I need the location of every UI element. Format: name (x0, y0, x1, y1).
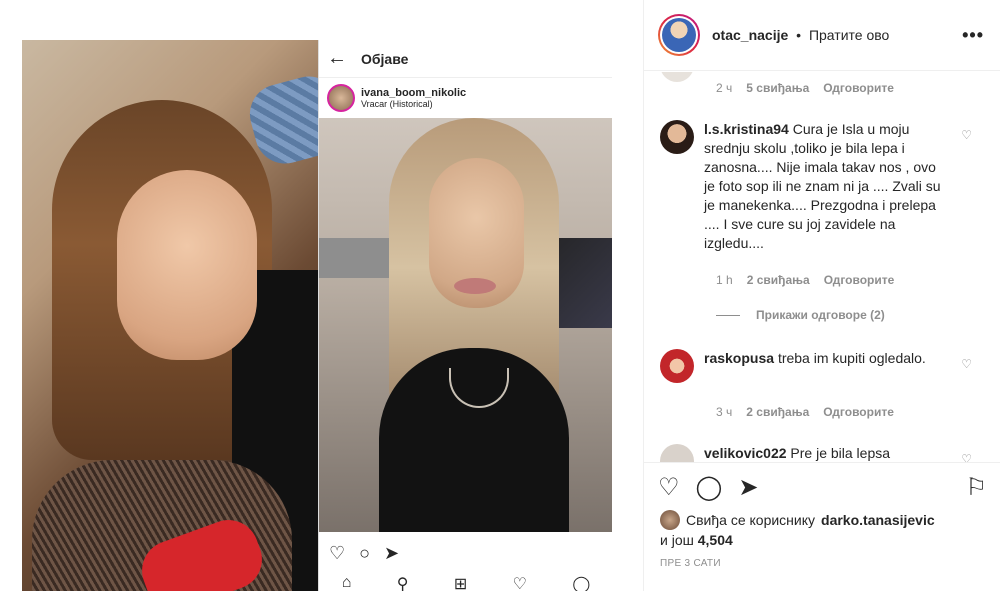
avatar[interactable] (660, 120, 694, 154)
phone-location: Vracar (Historical) (361, 99, 433, 109)
phone-screenshot: ← Објаве ivana_boom_nikolic Vracar (Hist… (318, 40, 612, 591)
phone-post-user: ivana_boom_nikolic Vracar (Historical) (319, 78, 612, 118)
comment-icon: ○ (359, 542, 371, 563)
comment: velikovic022 Pre je bila lepsa ♡ (660, 444, 986, 462)
liker-username[interactable]: darko.tanasijevic (821, 510, 935, 530)
add-icon: ⊞ (453, 576, 468, 591)
instagram-post-view: ← Објаве ivana_boom_nikolic Vracar (Hist… (0, 0, 1000, 591)
comment-likes[interactable]: 2 свиђања (746, 405, 809, 419)
avatar[interactable] (660, 72, 694, 82)
more-icon[interactable]: ••• (962, 25, 984, 46)
avatar[interactable] (660, 349, 694, 383)
photo-before (22, 40, 320, 591)
phone-actions: ♡ ○ ➤ (319, 538, 612, 568)
divider (716, 314, 740, 316)
share-icon: ➤ (384, 542, 400, 563)
comment-text: Pre je bila lepsa (790, 445, 891, 461)
comment-username[interactable]: l.s.kristina94 (704, 121, 789, 137)
comment-username[interactable]: velikovic022 (704, 445, 787, 461)
show-replies-label[interactable]: Прикажи одговоре (2) (756, 308, 885, 322)
likes-prefix: Свиђа се кориснику (686, 512, 816, 528)
comments-list[interactable]: 2 ч 5 свиђања Одговорите l.s.kristina94 … (644, 72, 1000, 462)
author-avatar[interactable] (658, 14, 700, 56)
back-icon: ← (327, 47, 347, 69)
comment-time: 3 ч (716, 405, 733, 419)
separator-dot: • (796, 27, 802, 43)
comment: raskopusa treba im kupiti ogledalo. ♡ (660, 349, 986, 383)
comment-text: Cura je Isla u moju srednju skolu ,tolik… (704, 121, 941, 251)
heart-icon[interactable]: ♡ (658, 473, 680, 502)
avatar (327, 84, 355, 112)
phone-bottom-nav: ⌂ ⚲ ⊞ ♡ ◯ (319, 574, 612, 591)
profile-icon: ◯ (572, 576, 591, 591)
likes-summary: Свиђа се кориснику darko.tanasijevic и ј… (660, 510, 990, 550)
author-username[interactable]: otac_nacije (712, 27, 788, 43)
share-icon[interactable]: ➤ (738, 473, 758, 502)
follow-button[interactable]: Пратите ово (809, 27, 889, 43)
comment-time: 1 h (716, 273, 733, 287)
heart-icon[interactable]: ♡ (961, 452, 972, 462)
comment-meta: 2 ч 5 свиђања Одговорите (716, 81, 894, 95)
comment-icon[interactable]: ◯ (696, 473, 723, 502)
comment: l.s.kristina94 Cura je Isla u moju sredn… (660, 120, 986, 253)
reply-button[interactable]: Одговорите (823, 81, 894, 95)
comment-meta: 3 ч 2 свиђања Одговорите (716, 405, 894, 419)
phone-header: ← Објаве (319, 40, 612, 78)
heart-icon: ♡ (512, 576, 527, 591)
comment-likes[interactable]: 5 свиђања (746, 81, 809, 95)
search-icon: ⚲ (396, 576, 409, 591)
post-actions: ♡ ◯ ➤ ⚐ (644, 462, 1000, 512)
show-replies-button[interactable]: Прикажи одговоре (2) (716, 308, 885, 322)
comment-likes[interactable]: 2 свиђања (747, 273, 810, 287)
post-time[interactable]: ПРЕ 3 САТИ (660, 558, 721, 569)
heart-icon[interactable]: ♡ (961, 128, 972, 142)
home-icon: ⌂ (341, 574, 352, 591)
reply-button[interactable]: Одговорите (824, 273, 895, 287)
likes-count[interactable]: 4,504 (698, 532, 733, 548)
avatar[interactable] (660, 510, 680, 530)
comment-username[interactable]: raskopusa (704, 350, 774, 366)
bookmark-icon[interactable]: ⚐ (965, 473, 987, 502)
comment-meta: 1 h 2 свиђања Одговорите (716, 273, 894, 287)
post-sidebar: otac_nacije • Пратите ово ••• 2 ч 5 свиђ… (643, 0, 1000, 591)
phone-header-title: Објаве (361, 50, 409, 67)
post-header: otac_nacije • Пратите ово ••• (644, 0, 1000, 71)
reply-button[interactable]: Одговорите (823, 405, 894, 419)
comment-time: 2 ч (716, 81, 733, 95)
comment-text: treba im kupiti ogledalo. (777, 350, 926, 366)
heart-icon[interactable]: ♡ (961, 357, 972, 371)
likes-and: и још (660, 532, 694, 548)
phone-username: ivana_boom_nikolic (361, 87, 467, 99)
heart-icon: ♡ (329, 542, 346, 563)
photo-after (319, 118, 612, 532)
avatar[interactable] (660, 444, 694, 462)
post-media[interactable]: ← Објаве ivana_boom_nikolic Vracar (Hist… (0, 0, 643, 591)
